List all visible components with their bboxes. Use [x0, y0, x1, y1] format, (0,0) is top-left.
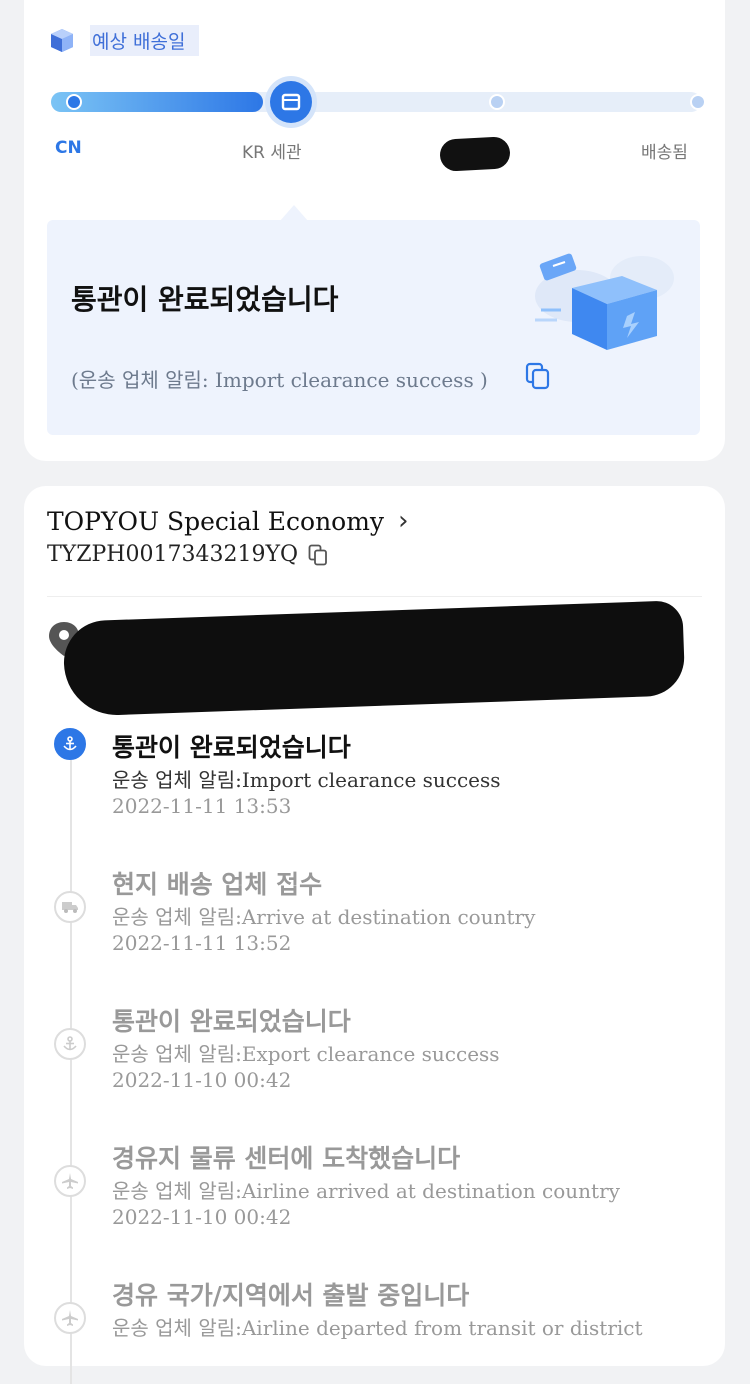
package-illustration-icon	[535, 253, 674, 350]
event-description: 운송 업체 알림:Airline departed from transit o…	[112, 1316, 643, 1340]
tracking-number: TYZPH0017343219YQ	[47, 542, 299, 567]
delivery-status-card: 예상 배송일 CN KR 세관 배송됨 통관이 완료되었습니다 (운송 업체 알…	[24, 0, 725, 461]
truck-icon	[54, 891, 86, 923]
tracking-number-row: TYZPH0017343219YQ	[47, 542, 328, 567]
event-time: 2022-11-10 00:42	[112, 1205, 292, 1229]
carrier-name: TOPYOU Special Economy	[47, 506, 385, 536]
stage-label-kr-customs: KR 세관	[242, 143, 302, 163]
copy-tracking-icon[interactable]	[308, 544, 328, 566]
event-title: 경유 국가/지역에서 출발 중입니다	[112, 1281, 470, 1310]
timeline-line	[70, 744, 72, 1384]
package-icon	[51, 29, 73, 52]
event-title: 통관이 완료되었습니다	[112, 1007, 351, 1036]
stage-dot-cn	[66, 94, 82, 110]
estimated-delivery-row: 예상 배송일	[48, 24, 200, 56]
notice-subtitle: (운송 업체 알림: Import clearance success )	[71, 368, 488, 392]
event-description: 운송 업체 알림:Arrive at destination country	[112, 905, 536, 929]
event-title: 통관이 완료되었습니다	[112, 733, 351, 762]
divider	[47, 596, 702, 597]
anchor-icon	[54, 1028, 86, 1060]
status-notice: 통관이 완료되었습니다 (운송 업체 알림: Import clearance …	[47, 205, 700, 435]
stage-dot-3	[489, 94, 505, 110]
tracking-details-card: TOPYOU Special Economy › TYZPH0017343219…	[24, 486, 725, 1384]
shipping-progress-bar	[51, 81, 706, 123]
notice-title: 통관이 완료되었습니다	[71, 283, 339, 316]
stage-label-cn: CN	[55, 138, 82, 158]
event-title: 현지 배송 업체 접수	[112, 870, 323, 899]
anchor-icon	[54, 728, 86, 760]
airplane-icon	[54, 1165, 86, 1197]
event-description: 운송 업체 알림:Airline arrived at destination …	[112, 1179, 620, 1203]
event-time: 2022-11-11 13:53	[112, 794, 292, 818]
event-description: 운송 업체 알림:Import clearance success	[112, 768, 501, 792]
copy-icon[interactable]	[525, 362, 551, 390]
redacted-address	[62, 600, 686, 717]
redaction-mark	[439, 136, 511, 172]
event-time: 2022-11-11 13:52	[112, 931, 292, 955]
notice-pointer	[280, 205, 308, 221]
estimated-delivery-label: 예상 배송일	[90, 24, 200, 56]
event-description: 운송 업체 알림:Export clearance success	[112, 1042, 500, 1066]
stage-label-delivered: 배송됨	[641, 143, 688, 163]
airplane-icon	[54, 1302, 86, 1334]
box-icon	[281, 93, 301, 111]
progress-fill	[51, 92, 263, 112]
chevron-right-icon: ›	[398, 506, 409, 536]
event-time: 2022-11-10 00:42	[112, 1068, 292, 1092]
carrier-link[interactable]: TOPYOU Special Economy ›	[47, 506, 408, 536]
current-stage-marker	[270, 81, 312, 123]
stage-dot-delivered	[690, 94, 706, 110]
event-title: 경유지 물류 센터에 도착했습니다	[112, 1144, 461, 1173]
